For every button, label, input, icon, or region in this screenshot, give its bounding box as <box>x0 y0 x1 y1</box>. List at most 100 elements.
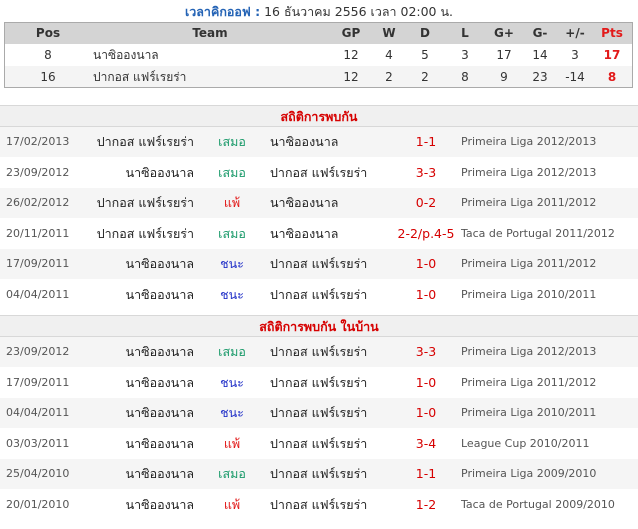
match-score[interactable]: 1-0 <box>396 249 456 279</box>
col-l: L <box>461 26 469 40</box>
goals-for: 17 <box>496 48 512 62</box>
competition: Primeira Liga 2012/2013 <box>461 165 597 179</box>
home-team[interactable]: ปากอส แฟร์เรยร่า <box>97 219 194 249</box>
home-team[interactable]: ปากอส แฟร์เรยร่า <box>97 127 194 157</box>
away-team[interactable]: ปากอส แฟร์เรยร่า <box>270 368 367 398</box>
home-team[interactable]: นาซิอองนาล <box>126 337 194 367</box>
match-result: เสมอ <box>218 134 246 149</box>
col-pos: Pos <box>35 26 61 40</box>
home-team[interactable]: นาซิอองนาล <box>126 429 194 459</box>
competition: Primeira Liga 2010/2011 <box>461 287 597 301</box>
kickoff-time: 16 ธันวาคม 2556 เวลา 02:00 น. <box>264 4 454 19</box>
match-score[interactable]: 2-2/p.4-5 <box>396 219 456 249</box>
standings-header: Pos Team GP W D L G+ G- +/- Pts <box>5 23 632 45</box>
match-date: 03/03/2011 <box>6 436 70 450</box>
match-result: ชนะ <box>220 374 244 390</box>
competition: Primeira Liga 2011/2012 <box>461 375 597 389</box>
col-team: Team <box>192 26 228 40</box>
match-date: 23/09/2012 <box>6 345 70 358</box>
team-name[interactable]: ปากอส แฟร์เรยร่า <box>93 66 213 88</box>
competition: Primeira Liga 2011/2012 <box>461 257 597 270</box>
competition: Primeira Liga 2012/2013 <box>461 135 597 148</box>
wins: 4 <box>385 48 393 62</box>
goal-diff: 3 <box>571 48 579 62</box>
goals-for: 9 <box>500 70 508 84</box>
gp: 12 <box>343 70 359 84</box>
home-team[interactable]: นาซิอองนาล <box>126 490 194 520</box>
away-team[interactable]: นาซิอองนาล <box>270 219 338 249</box>
home-team[interactable]: นาซิอองนาล <box>126 280 194 310</box>
match-row: 04/04/2011 นาซิอองนาล ชนะ ปากอส แฟร์เรยร่า 1… <box>0 280 638 310</box>
match-score[interactable]: 1-0 <box>396 368 456 398</box>
match-score[interactable]: 3-3 <box>396 158 456 188</box>
home-team[interactable]: นาซิอองนาล <box>126 459 194 489</box>
col-gp: GP <box>341 26 361 40</box>
draws: 5 <box>421 48 429 62</box>
gp: 12 <box>343 48 359 62</box>
away-team[interactable]: ปากอส แฟร์เรยร่า <box>270 337 367 367</box>
home-team[interactable]: ปากอส แฟร์เรยร่า <box>97 188 194 218</box>
match-row: 17/02/2013 ปากอส แฟร์เรยร่า เสมอ นาซิอองนาล… <box>0 127 638 157</box>
match-score[interactable]: 3-4 <box>396 429 456 459</box>
match-result: แพ้ <box>223 496 241 512</box>
competition: Primeira Liga 2011/2012 <box>461 196 597 209</box>
match-row: 17/09/2011 นาซิอองนาล ชนะ ปากอส แฟร์เรยร่า 1… <box>0 368 638 398</box>
col-w: W <box>382 26 396 40</box>
home-team[interactable]: นาซิอองนาล <box>126 398 194 428</box>
col-points: Pts <box>601 26 623 40</box>
losses: 8 <box>461 70 469 84</box>
match-date: 17/09/2011 <box>6 257 70 270</box>
home-team[interactable]: นาซิอองนาล <box>126 158 194 188</box>
goal-diff: -14 <box>565 70 585 84</box>
standings-row: 16 ปากอส แฟร์เรยร่า 12 2 2 8 9 23 -14 8 <box>5 66 632 87</box>
team-name[interactable]: นาซิอองนาล <box>93 44 213 66</box>
h2h-section-title: สถิติการพบกัน <box>0 105 638 127</box>
match-score[interactable]: 1-1 <box>396 459 456 489</box>
competition: League Cup 2010/2011 <box>461 436 590 450</box>
match-score[interactable]: 3-3 <box>396 337 456 367</box>
match-score[interactable]: 1-1 <box>396 127 456 157</box>
competition: Primeira Liga 2012/2013 <box>461 345 597 358</box>
competition: Taca de Portugal 2009/2010 <box>461 497 615 511</box>
away-team[interactable]: ปากอส แฟร์เรยร่า <box>270 429 367 459</box>
match-date: 20/11/2011 <box>6 226 70 240</box>
match-score[interactable]: 1-2 <box>396 490 456 520</box>
away-team[interactable]: ปากอส แฟร์เรยร่า <box>270 398 367 428</box>
match-row: 23/09/2012 นาซิอองนาล เสมอ ปากอส แฟร์เรยร่า… <box>0 158 638 188</box>
losses: 3 <box>461 48 469 62</box>
points: 8 <box>607 70 617 84</box>
pos: 8 <box>44 48 52 62</box>
match-result: เสมอ <box>218 164 246 180</box>
away-team[interactable]: ปากอส แฟร์เรยร่า <box>270 459 367 489</box>
match-row: 03/03/2011 นาซิอองนาล แพ้ ปากอส แฟร์เรยร่า 3… <box>0 429 638 459</box>
col-goal-diff: +/- <box>565 26 585 40</box>
match-date: 23/09/2012 <box>6 165 70 179</box>
match-row: 17/09/2011 นาซิอองนาล ชนะ ปากอส แฟร์เรยร่า 1… <box>0 249 638 279</box>
away-team[interactable]: ปากอส แฟร์เรยร่า <box>270 280 367 310</box>
match-date: 17/02/2013 <box>6 135 70 148</box>
match-score[interactable]: 1-0 <box>396 280 456 310</box>
away-team[interactable]: ปากอส แฟร์เรยร่า <box>270 490 367 520</box>
match-row: 23/09/2012 นาซิอองนาล เสมอ ปากอส แฟร์เรยร่า… <box>0 337 638 367</box>
match-score[interactable]: 1-0 <box>396 398 456 428</box>
match-date: 20/01/2010 <box>6 497 70 511</box>
away-team[interactable]: นาซิอองนาล <box>270 188 338 218</box>
points: 17 <box>603 48 621 62</box>
match-score[interactable]: 0-2 <box>396 188 456 218</box>
draws: 2 <box>421 70 429 84</box>
away-team[interactable]: ปากอส แฟร์เรยร่า <box>270 249 367 279</box>
competition: Taca de Portugal 2011/2012 <box>461 226 615 240</box>
away-team[interactable]: นาซิอองนาล <box>270 127 338 157</box>
away-team[interactable]: ปากอส แฟร์เรยร่า <box>270 158 367 188</box>
standings-row: 8 นาซิอองนาล 12 4 5 3 17 14 3 17 <box>5 44 632 67</box>
match-result: ชนะ <box>220 405 244 420</box>
goals-against: 14 <box>532 48 548 62</box>
home-team[interactable]: นาซิอองนาล <box>126 249 194 279</box>
standings-table: Pos Team GP W D L G+ G- +/- Pts 8 นาซิออ… <box>4 22 633 88</box>
col-d: D <box>420 26 430 40</box>
match-date: 25/04/2010 <box>6 467 70 480</box>
match-row: 04/04/2011 นาซิอองนาล ชนะ ปากอส แฟร์เรยร่า 1… <box>0 398 638 428</box>
kickoff-bar: เวลาคิกออฟ : 16 ธันวาคม 2556 เวลา 02:00 … <box>0 0 638 22</box>
match-result: ชนะ <box>220 256 244 271</box>
home-team[interactable]: นาซิอองนาล <box>126 368 194 398</box>
